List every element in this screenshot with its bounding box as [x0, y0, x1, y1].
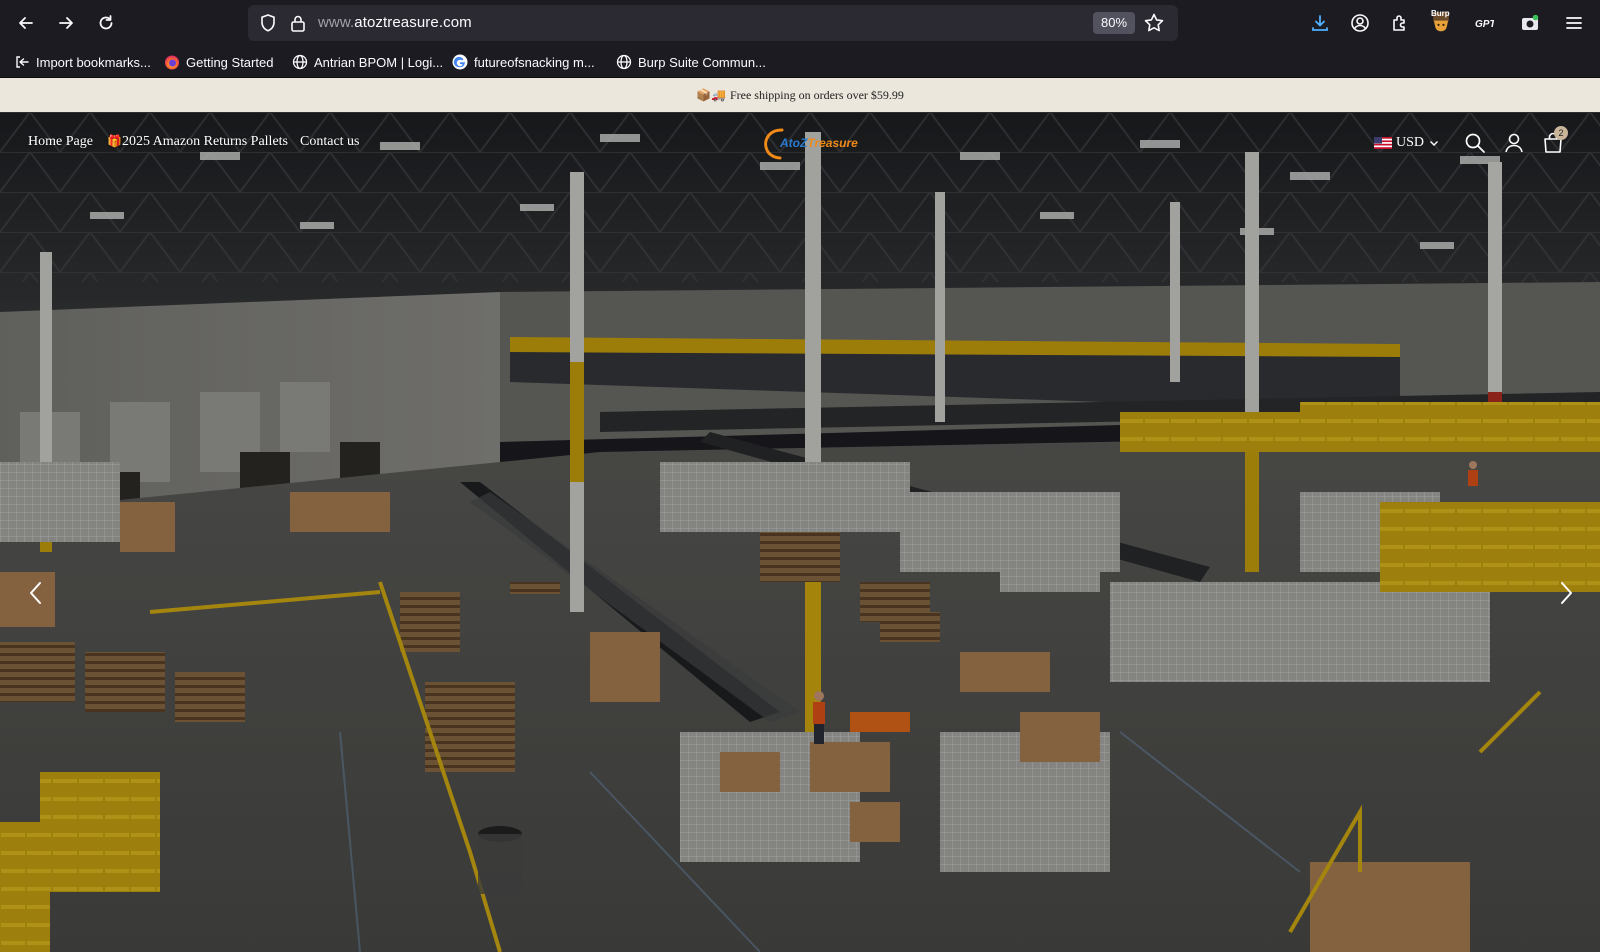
- slide-next-arrow-icon[interactable]: [1554, 578, 1578, 608]
- us-flag-icon: [1374, 137, 1392, 149]
- tracking-protection-shield-icon[interactable]: [258, 13, 278, 33]
- gpt-extension-button[interactable]: GPT: [1472, 11, 1496, 35]
- web-page: 📦🚚 Free shipping on orders over $59.99 H…: [0, 78, 1600, 952]
- currency-code: USD: [1396, 135, 1425, 150]
- logo-part-2: Treasure: [807, 136, 858, 150]
- globe-icon: [292, 54, 308, 70]
- warehouse-hero-image: [0, 112, 1600, 952]
- back-arrow-icon: [19, 17, 33, 29]
- nav-home-page[interactable]: Home Page: [28, 134, 93, 150]
- burp-extension-label: Burp: [1431, 9, 1450, 18]
- cart-count-badge: 2: [1554, 126, 1568, 140]
- logo-part-1: AtoZ: [780, 136, 808, 150]
- account-icon: [1351, 14, 1369, 32]
- bookmark-label: Burp Suite Commun...: [638, 54, 766, 70]
- camera-icon: [1522, 14, 1539, 30]
- url-text[interactable]: www.atoztreasure.com: [318, 14, 472, 31]
- bookmark-getting-started[interactable]: Getting Started: [164, 52, 273, 72]
- hero-banner: [0, 112, 1600, 952]
- bookmark-label: Antrian BPOM | Logi...: [314, 54, 444, 70]
- gift-emoji: 🎁: [107, 134, 122, 148]
- firefox-icon: [164, 54, 180, 70]
- gpt-extension-icon: GPT: [1475, 19, 1494, 30]
- forward-button[interactable]: [52, 9, 80, 37]
- bookmark-label: futureofsnacking m...: [474, 54, 595, 70]
- downloads-button[interactable]: [1308, 11, 1332, 35]
- bookmark-import[interactable]: Import bookmarks...: [14, 52, 151, 72]
- globe-icon: [616, 54, 632, 70]
- bookmark-antrian-bpom[interactable]: Antrian BPOM | Logi...: [292, 52, 443, 72]
- google-icon: [452, 54, 468, 70]
- reload-icon: [99, 15, 113, 30]
- chevron-down-icon: [1430, 141, 1439, 146]
- download-icon: [1312, 15, 1328, 31]
- forward-arrow-icon: [59, 17, 73, 29]
- lock-icon[interactable]: [288, 13, 308, 33]
- announcement-text: Free shipping on orders over $59.99: [729, 87, 904, 102]
- box-truck-emoji: 📦🚚: [696, 87, 726, 102]
- announcement-bar: 📦🚚 Free shipping on orders over $59.99: [0, 78, 1600, 112]
- app-menu-button[interactable]: [1562, 11, 1586, 35]
- currency-selector[interactable]: USD: [1374, 134, 1440, 152]
- zoom-level-badge[interactable]: 80%: [1093, 12, 1136, 34]
- svg-text:GPT: GPT: [1475, 19, 1494, 30]
- site-logo[interactable]: AtoZTreasure: [760, 126, 860, 162]
- screenshot-extension-button[interactable]: [1518, 11, 1542, 35]
- import-icon: [14, 54, 30, 70]
- hamburger-menu-icon: [1566, 17, 1582, 29]
- search-icon[interactable]: [1463, 131, 1487, 155]
- burp-extension-button[interactable]: Burp: [1428, 8, 1454, 36]
- reload-button[interactable]: [92, 9, 120, 37]
- nav-amazon-returns-pallets[interactable]: 🎁2025 Amazon Returns Pallets: [107, 134, 288, 150]
- account-icon[interactable]: [1502, 131, 1526, 155]
- bookmark-label: Import bookmarks...: [36, 54, 151, 70]
- bookmark-burp-suite[interactable]: Burp Suite Commun...: [616, 52, 766, 72]
- puzzle-icon: [1393, 15, 1405, 31]
- bookmark-futureofsnacking[interactable]: futureofsnacking m...: [452, 52, 595, 72]
- bookmark-star-icon[interactable]: [1143, 12, 1165, 34]
- account-button[interactable]: [1348, 11, 1372, 35]
- logo-text: AtoZTreasure: [780, 136, 858, 150]
- bookmark-label: Getting Started: [186, 54, 274, 70]
- address-bar[interactable]: www.atoztreasure.com 80%: [248, 5, 1178, 41]
- bookmarks-toolbar: Import bookmarks... Getting Started Antr…: [0, 46, 1600, 78]
- extensions-button[interactable]: [1388, 11, 1412, 35]
- nav-contact-us[interactable]: Contact us: [300, 134, 360, 150]
- slide-prev-arrow-icon[interactable]: [24, 578, 48, 608]
- nav-label: 2025 Amazon Returns Pallets: [121, 134, 288, 149]
- site-header: Home Page 🎁2025 Amazon Returns Pallets C…: [0, 112, 1600, 174]
- back-button[interactable]: [12, 9, 40, 37]
- browser-toolbar: www.atoztreasure.com 80% Burp GPT: [0, 0, 1600, 46]
